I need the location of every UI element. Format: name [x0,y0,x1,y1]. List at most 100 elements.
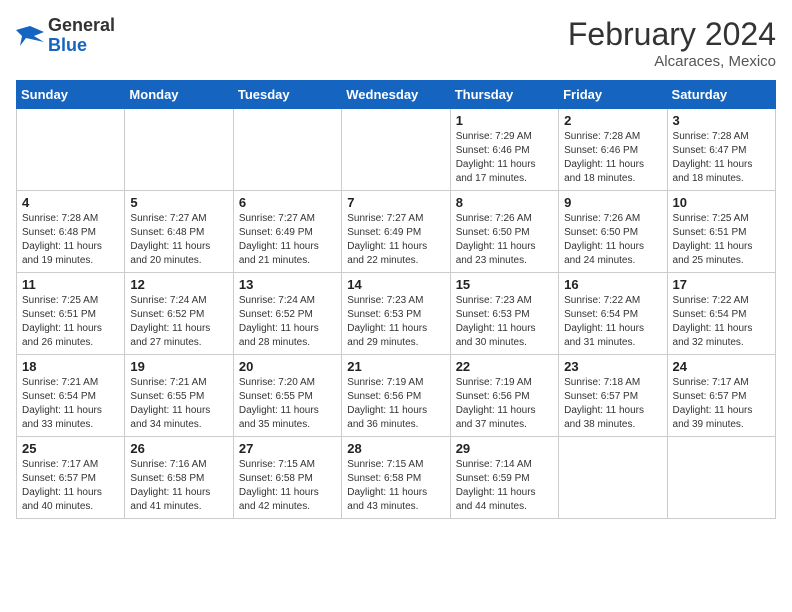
day-info: Sunrise: 7:25 AM Sunset: 6:51 PM Dayligh… [673,212,770,268]
logo-general: General [48,15,115,35]
day-info: Sunrise: 7:15 AM Sunset: 6:58 PM Dayligh… [347,458,444,514]
day-info: Sunrise: 7:26 AM Sunset: 6:50 PM Dayligh… [456,212,553,268]
calendar-cell: 25Sunrise: 7:17 AM Sunset: 6:57 PM Dayli… [17,437,125,519]
col-header-thursday: Thursday [450,81,558,109]
day-info: Sunrise: 7:28 AM Sunset: 6:46 PM Dayligh… [564,130,661,186]
title-block: February 2024 Alcaraces, Mexico [568,16,776,70]
calendar-cell: 24 Sunrise: 7:17 AM Sunset: 6:57 PM Dayli… [667,355,775,437]
calendar-cell [233,109,341,191]
day-number: 14 [347,277,444,292]
day-number: 1 [456,113,553,128]
day-info: Sunrise: 7:15 AM Sunset: 6:58 PM Dayligh… [239,458,336,514]
day-number: 10 [673,195,770,210]
day-info: Sunrise: 7:19 AM Sunset: 6:56 PM Dayligh… [347,376,444,432]
day-number: 20 [239,359,336,374]
day-number: 22 [456,359,553,374]
day-number: 6 [239,195,336,210]
day-info: Sunrise: 7:22 AM Sunset: 6:54 PM Dayligh… [564,294,661,350]
calendar-cell: 22 Sunrise: 7:19 AM Sunset: 6:56 PM Dayli… [450,355,558,437]
day-info: Sunrise: 7:24 AM Sunset: 6:52 PM Dayligh… [239,294,336,350]
day-number: 13 [239,277,336,292]
day-info: Sunrise: 7:24 AM Sunset: 6:52 PM Dayligh… [130,294,227,350]
calendar-cell: 2 Sunrise: 7:28 AM Sunset: 6:46 PM Daylig… [559,109,667,191]
calendar-table: SundayMondayTuesdayWednesdayThursdayFrid… [16,80,776,519]
day-number: 3 [673,113,770,128]
day-number: 8 [456,195,553,210]
day-info: Sunrise: 7:21 AM Sunset: 6:54 PM Dayligh… [22,376,119,432]
calendar-week-row: 11 Sunrise: 7:25 AM Sunset: 6:51 PM Dayli… [17,273,776,355]
calendar-cell: 23 Sunrise: 7:18 AM Sunset: 6:57 PM Dayli… [559,355,667,437]
calendar-cell [125,109,233,191]
col-header-monday: Monday [125,81,233,109]
calendar-week-row: 4 Sunrise: 7:28 AM Sunset: 6:48 PM Daylig… [17,191,776,273]
day-info: Sunrise: 7:26 AM Sunset: 6:50 PM Dayligh… [564,212,661,268]
day-info: Sunrise: 7:25 AM Sunset: 6:51 PM Dayligh… [22,294,119,350]
calendar-cell: 14 Sunrise: 7:23 AM Sunset: 6:53 PM Dayli… [342,273,450,355]
day-number: 24 [673,359,770,374]
calendar-cell: 21 Sunrise: 7:19 AM Sunset: 6:56 PM Dayli… [342,355,450,437]
day-info: Sunrise: 7:17 AM Sunset: 6:57 PM Dayligh… [673,376,770,432]
day-info: Sunrise: 7:23 AM Sunset: 6:53 PM Dayligh… [347,294,444,350]
calendar-cell: 11 Sunrise: 7:25 AM Sunset: 6:51 PM Dayli… [17,273,125,355]
calendar-cell: 26 Sunrise: 7:16 AM Sunset: 6:58 PM Dayli… [125,437,233,519]
col-header-sunday: Sunday [17,81,125,109]
calendar-cell: 9Sunrise: 7:26 AM Sunset: 6:50 PM Daylig… [559,191,667,273]
page-header: General Blue February 2024 Alcaraces, Me… [16,16,776,70]
calendar-cell: 27 Sunrise: 7:15 AM Sunset: 6:58 PM Dayli… [233,437,341,519]
calendar-cell: 28 Sunrise: 7:15 AM Sunset: 6:58 PM Dayli… [342,437,450,519]
day-number: 18 [22,359,119,374]
calendar-cell: 20Sunrise: 7:20 AM Sunset: 6:55 PM Dayli… [233,355,341,437]
day-number: 5 [130,195,227,210]
calendar-cell: 19Sunrise: 7:21 AM Sunset: 6:55 PM Dayli… [125,355,233,437]
calendar-cell: 10 Sunrise: 7:25 AM Sunset: 6:51 PM Dayli… [667,191,775,273]
logo-blue: Blue [48,35,87,55]
day-number: 25 [22,441,119,456]
calendar-cell: 13 Sunrise: 7:24 AM Sunset: 6:52 PM Dayli… [233,273,341,355]
day-info: Sunrise: 7:28 AM Sunset: 6:48 PM Dayligh… [22,212,119,268]
day-info: Sunrise: 7:27 AM Sunset: 6:49 PM Dayligh… [239,212,336,268]
day-number: 17 [673,277,770,292]
location: Alcaraces, Mexico [568,53,776,70]
calendar-cell: 15Sunrise: 7:23 AM Sunset: 6:53 PM Dayli… [450,273,558,355]
calendar-cell [17,109,125,191]
calendar-cell: 17 Sunrise: 7:22 AM Sunset: 6:54 PM Dayli… [667,273,775,355]
col-header-saturday: Saturday [667,81,775,109]
calendar-cell [342,109,450,191]
day-info: Sunrise: 7:21 AM Sunset: 6:55 PM Dayligh… [130,376,227,432]
month-title: February 2024 [568,16,776,53]
day-number: 21 [347,359,444,374]
day-number: 4 [22,195,119,210]
day-info: Sunrise: 7:16 AM Sunset: 6:58 PM Dayligh… [130,458,227,514]
calendar-cell: 7 Sunrise: 7:27 AM Sunset: 6:49 PM Daylig… [342,191,450,273]
day-number: 23 [564,359,661,374]
col-header-friday: Friday [559,81,667,109]
calendar-cell: 29Sunrise: 7:14 AM Sunset: 6:59 PM Dayli… [450,437,558,519]
calendar-week-row: 25Sunrise: 7:17 AM Sunset: 6:57 PM Dayli… [17,437,776,519]
calendar-cell: 5Sunrise: 7:27 AM Sunset: 6:48 PM Daylig… [125,191,233,273]
day-number: 16 [564,277,661,292]
day-info: Sunrise: 7:19 AM Sunset: 6:56 PM Dayligh… [456,376,553,432]
calendar-cell: 6 Sunrise: 7:27 AM Sunset: 6:49 PM Daylig… [233,191,341,273]
day-number: 28 [347,441,444,456]
day-number: 11 [22,277,119,292]
day-info: Sunrise: 7:27 AM Sunset: 6:49 PM Dayligh… [347,212,444,268]
calendar-cell: 18 Sunrise: 7:21 AM Sunset: 6:54 PM Dayli… [17,355,125,437]
day-number: 29 [456,441,553,456]
calendar-cell: 3Sunrise: 7:28 AM Sunset: 6:47 PM Daylig… [667,109,775,191]
col-header-tuesday: Tuesday [233,81,341,109]
calendar-cell: 1 Sunrise: 7:29 AM Sunset: 6:46 PM Daylig… [450,109,558,191]
day-number: 27 [239,441,336,456]
day-info: Sunrise: 7:29 AM Sunset: 6:46 PM Dayligh… [456,130,553,186]
calendar-cell: 16 Sunrise: 7:22 AM Sunset: 6:54 PM Dayli… [559,273,667,355]
logo: General Blue [16,16,115,56]
day-info: Sunrise: 7:23 AM Sunset: 6:53 PM Dayligh… [456,294,553,350]
logo-text: General Blue [48,16,115,56]
col-header-wednesday: Wednesday [342,81,450,109]
day-info: Sunrise: 7:22 AM Sunset: 6:54 PM Dayligh… [673,294,770,350]
day-number: 2 [564,113,661,128]
day-number: 12 [130,277,227,292]
day-number: 26 [130,441,227,456]
day-info: Sunrise: 7:18 AM Sunset: 6:57 PM Dayligh… [564,376,661,432]
day-number: 7 [347,195,444,210]
calendar-header-row: SundayMondayTuesdayWednesdayThursdayFrid… [17,81,776,109]
